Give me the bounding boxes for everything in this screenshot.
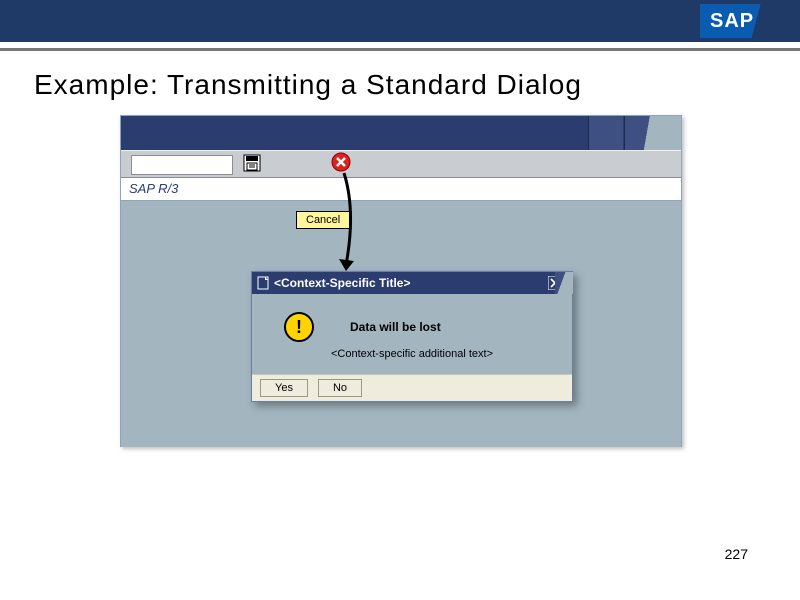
dialog-button-bar: Yes No [252,374,572,401]
cancel-tooltip: Cancel [296,211,350,229]
dialog-titlebar: <Context-Specific Title> [252,272,572,294]
dialog-body: ! Data will be lost <Context-specific ad… [252,294,572,374]
dialog-window-icon [252,276,274,290]
slide-header-band: SAP [0,0,800,42]
yes-button[interactable]: Yes [260,379,308,397]
titlebar-decoration-corner [624,116,681,150]
dialog-title-text: <Context-Specific Title> [274,276,544,290]
titlebar-decoration [588,116,623,150]
sap-logo: SAP [700,4,792,38]
no-button[interactable]: No [318,379,362,397]
save-icon[interactable] [243,154,261,172]
dialog-main-message: Data will be lost [350,320,441,334]
confirmation-dialog: <Context-Specific Title> ! Data will be … [251,271,573,402]
dialog-titlebar-corner [555,272,573,294]
header-divider [0,42,800,51]
page-number: 227 [725,546,748,562]
app-name-label: SAP R/3 [121,178,681,201]
app-titlebar [121,116,681,150]
warning-icon: ! [284,312,314,342]
dialog-sub-message: <Context-specific additional text> [266,348,558,360]
app-work-area: Cancel <Context-Specific Title> ! Data w… [121,201,681,447]
cancel-icon[interactable] [331,152,351,172]
slide-title: Example: Transmitting a Standard Dialog [34,69,800,101]
app-toolbar [121,150,681,178]
sap-app-window: SAP R/3 Cancel <Context-Specific Title> … [120,115,682,447]
command-field[interactable] [131,155,233,175]
